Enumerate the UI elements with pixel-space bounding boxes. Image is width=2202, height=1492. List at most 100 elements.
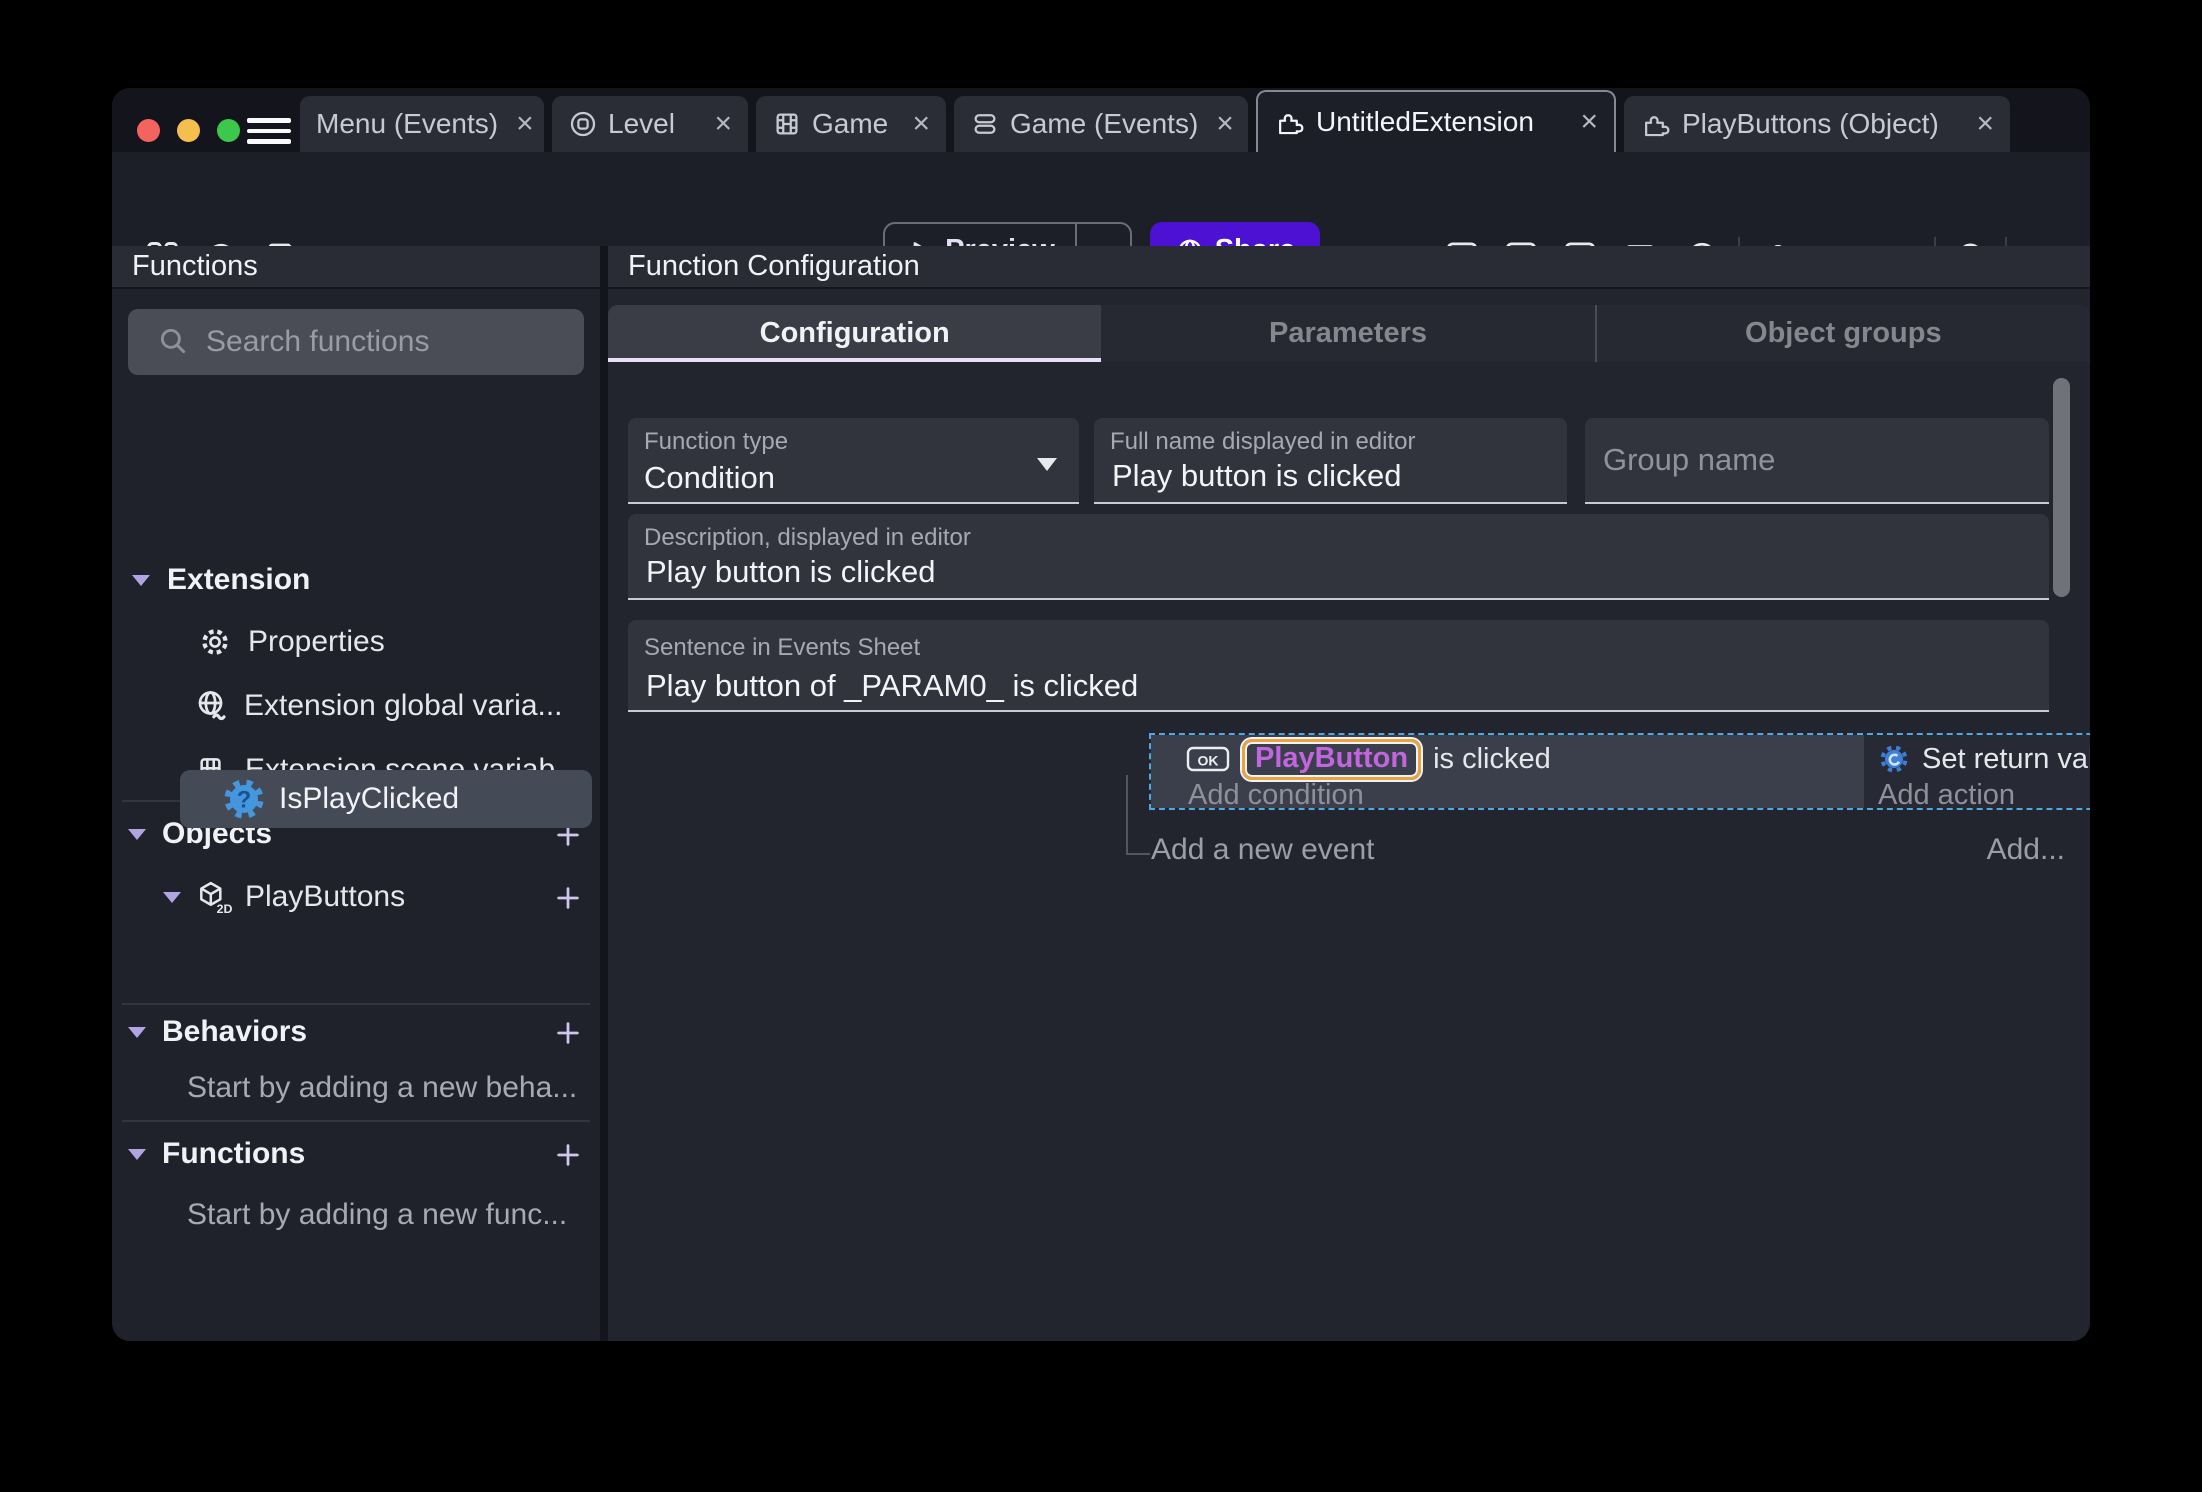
tab-configuration[interactable]: Configuration [608, 305, 1102, 362]
condition-object-chip[interactable]: PlayButton [1242, 738, 1422, 780]
action-gear-icon [1880, 745, 1908, 773]
sidebar-item-playbuttons[interactable]: 2D PlayButtons [112, 875, 600, 919]
field-label: Function type [644, 428, 789, 455]
close-window-button[interactable] [137, 119, 160, 142]
sidebar-section-functions[interactable]: Functions [112, 1132, 600, 1176]
sidebar-divider [122, 1120, 590, 1122]
collapse-triangle-icon[interactable] [128, 828, 146, 840]
dropdown-caret-icon [1037, 458, 1057, 471]
add-new-event-button[interactable]: Add a new event [1151, 833, 1375, 867]
ok-button-icon: OK [1186, 746, 1230, 772]
collapse-triangle-icon[interactable] [128, 1148, 146, 1160]
sentence-input[interactable] [644, 666, 1923, 706]
sidebar-header: Functions [112, 246, 600, 289]
sidebar-item-properties[interactable]: Properties [112, 620, 600, 664]
ok-badge-label: OK [1198, 753, 1219, 769]
app-window: Menu (Events) × Level × Game × Game (Eve… [112, 88, 2090, 1341]
tab-label: PlayButtons (Object) [1682, 108, 1939, 139]
tab-label: Game (Events) [1010, 108, 1199, 139]
tab-label: Level [608, 108, 675, 139]
section-label: Extension [167, 563, 311, 596]
close-tab-icon[interactable]: × [1208, 109, 1234, 139]
cube-2d-label: 2D [217, 902, 232, 916]
condition-text: is clicked [1433, 742, 1551, 775]
field-label: Description, displayed in editor [644, 524, 971, 551]
field-label: Full name displayed in editor [1110, 428, 1416, 455]
close-tab-icon[interactable]: × [1968, 109, 1994, 139]
configuration-tabs: Configuration Parameters Object groups [608, 305, 2090, 362]
item-label: Properties [248, 625, 385, 658]
main-header: Function Configuration [608, 246, 2090, 289]
functions-sidebar: Functions Extension Properties [112, 246, 600, 1341]
zoom-window-button[interactable] [217, 119, 240, 142]
sidebar-item-isplayclicked-selected[interactable]: ? IsPlayClicked [180, 770, 592, 828]
condition-function-icon: ? [224, 779, 264, 819]
function-type-select[interactable]: Function type Condition [628, 418, 1079, 504]
search-icon [160, 328, 186, 354]
tab-bar: Menu (Events) × Level × Game × Game (Eve… [112, 88, 2090, 152]
description-input[interactable] [644, 552, 1923, 592]
scene-icon [570, 111, 596, 137]
function-configuration-panel: Function Configuration Configuration Par… [608, 246, 2090, 1341]
full-name-field: Full name displayed in editor [1094, 418, 1567, 504]
vertical-scrollbar[interactable] [2053, 378, 2070, 597]
toolbar: Preview Share [112, 152, 2090, 281]
gear-icon [202, 629, 228, 655]
description-field: Description, displayed in editor [628, 514, 2049, 600]
sidebar-section-behaviors[interactable]: Behaviors [112, 1010, 600, 1054]
sidebar-title: Functions [132, 250, 258, 282]
film-icon [776, 113, 798, 135]
close-tab-icon[interactable]: × [904, 109, 930, 139]
desktop-background: Menu (Events) × Level × Game × Game (Eve… [0, 0, 2202, 1492]
functions-empty-hint: Start by adding a new func... [187, 1198, 568, 1231]
section-label: Functions [162, 1137, 306, 1170]
behaviors-empty-hint: Start by adding a new beha... [187, 1071, 578, 1104]
sidebar-section-extension[interactable]: Extension [112, 560, 600, 600]
full-name-input[interactable] [1110, 456, 1536, 496]
sidebar-divider [122, 1003, 590, 1005]
action-cell[interactable]: Set return value of the condition to tru… [1864, 735, 2090, 811]
section-label: Behaviors [162, 1015, 308, 1048]
add-object-function-icon[interactable] [553, 883, 583, 913]
sentence-field: Sentence in Events Sheet [628, 620, 2049, 712]
tab-object-groups[interactable]: Object groups [1597, 305, 2090, 362]
item-label: IsPlayClicked [279, 782, 460, 815]
collapse-triangle-icon[interactable] [163, 891, 181, 903]
add-more-button[interactable]: Add... [1987, 833, 2065, 867]
event-tree-connector [1126, 853, 1150, 855]
close-tab-icon[interactable]: × [1572, 107, 1598, 137]
menu-icon[interactable] [247, 118, 291, 144]
condition-cell[interactable]: OK PlayButton is clicked Add condition [1151, 735, 1864, 811]
tab-game[interactable]: Game × [756, 96, 946, 152]
item-label: PlayButtons [245, 880, 406, 913]
group-name-input[interactable] [1601, 440, 2019, 480]
globe-variables-icon [198, 691, 226, 721]
event-tree-connector [1126, 775, 1128, 855]
object-2d-cube-icon: 2D [200, 881, 232, 916]
collapse-triangle-icon[interactable] [128, 1026, 146, 1038]
tab-game-events[interactable]: Game (Events) × [954, 96, 1248, 152]
tab-label: Menu (Events) [316, 108, 499, 139]
add-condition-button[interactable]: Add condition [1188, 779, 1364, 812]
add-function-icon[interactable] [553, 1140, 583, 1170]
event-row-selected[interactable]: OK PlayButton is clicked Add condition S… [1149, 733, 2090, 811]
collapse-triangle-icon[interactable] [132, 574, 150, 586]
field-label: Sentence in Events Sheet [644, 634, 921, 661]
sidebar-item-global-variables[interactable]: Extension global varia... [112, 684, 600, 728]
close-tab-icon[interactable]: × [508, 109, 534, 139]
add-behavior-icon[interactable] [553, 1018, 583, 1048]
action-text: Set return value of the condition to [1922, 742, 2090, 775]
field-value: Condition [644, 460, 775, 495]
extension-puzzle-icon [1645, 116, 1670, 137]
tab-menu-events[interactable]: Menu (Events) × [300, 96, 544, 152]
item-label: Extension global varia... [244, 689, 563, 722]
extension-puzzle-icon [1279, 114, 1304, 135]
minimize-window-button[interactable] [177, 119, 200, 142]
tab-level[interactable]: Level × [552, 96, 748, 152]
tab-untitled-extension[interactable]: UntitledExtension × [1256, 90, 1616, 152]
add-action-button[interactable]: Add action [1878, 779, 2015, 812]
close-tab-icon[interactable]: × [706, 109, 732, 139]
tab-parameters[interactable]: Parameters [1101, 305, 1594, 362]
search-functions-input[interactable] [204, 309, 574, 375]
tab-playbuttons-object[interactable]: PlayButtons (Object) × [1624, 96, 2010, 152]
